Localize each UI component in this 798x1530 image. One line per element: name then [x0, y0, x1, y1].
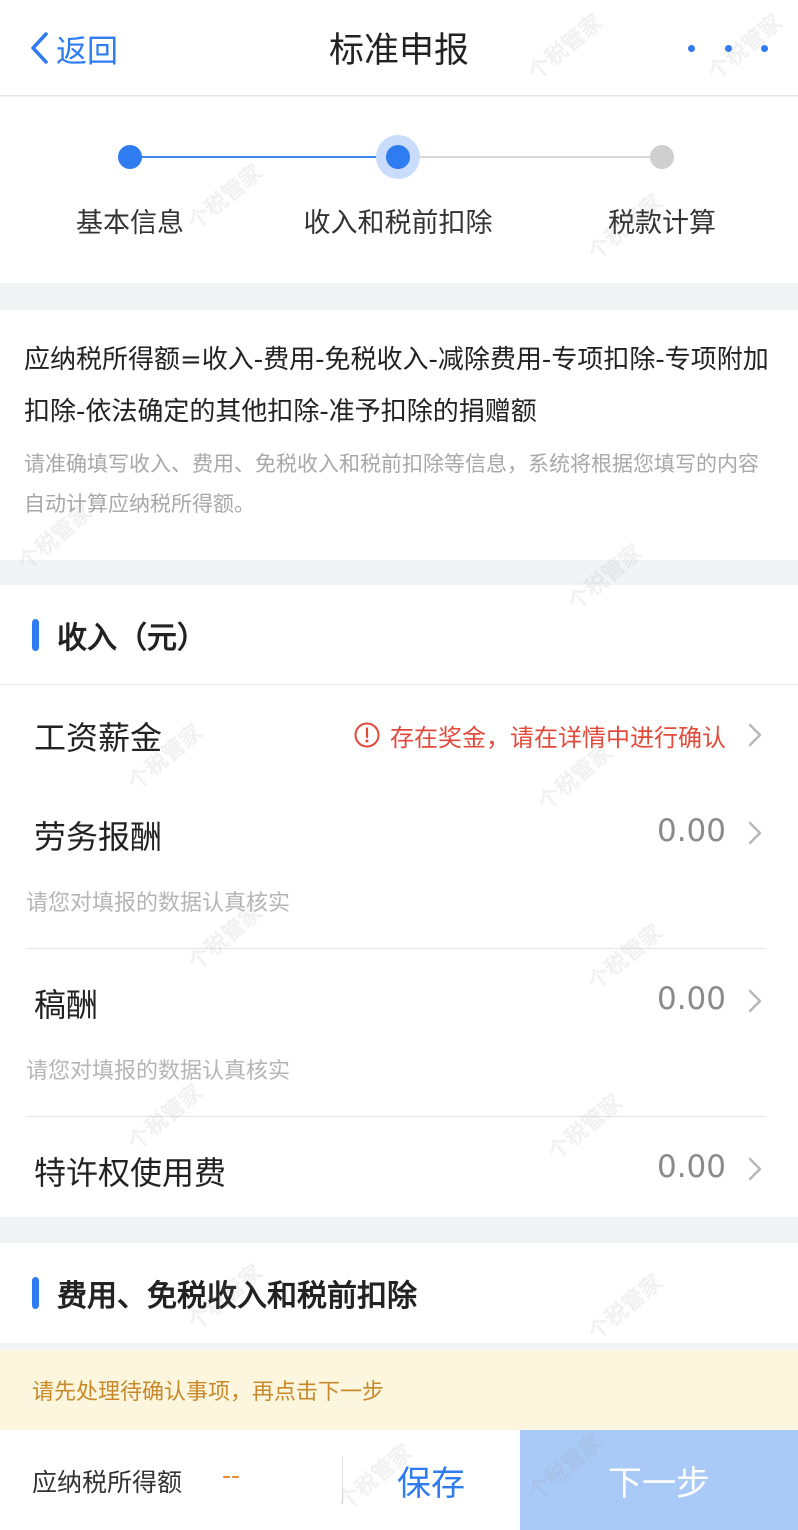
step-label-tax-calculation: 税款计算	[608, 208, 716, 239]
row-divider	[26, 948, 766, 949]
save-button[interactable]: 保存	[342, 1430, 520, 1530]
step-label-basic-info: 基本信息	[76, 208, 184, 239]
income-row-hint: 请您对填报的数据认真核实	[26, 891, 291, 916]
more-menu-button[interactable]	[688, 36, 768, 60]
income-section: 收入（元） 工资薪金 存在奖金，请在详情中进行确认 劳务报酬 0.00 请您对填…	[0, 585, 798, 1217]
salary-warning-text: 存在奖金，请在详情中进行确认	[390, 723, 726, 752]
more-dot-icon	[724, 44, 732, 52]
nav-bar: 返回 标准申报	[0, 0, 798, 96]
step-connector-todo	[398, 156, 662, 158]
step-connector-done	[130, 156, 398, 158]
step-2-dot-current	[376, 135, 420, 179]
chevron-right-icon	[748, 1157, 762, 1181]
more-dot-icon	[688, 44, 695, 52]
income-row-value: 0.00	[656, 813, 726, 849]
income-row-labor-remuneration[interactable]: 劳务报酬 0.00 请您对填报的数据认真核实	[0, 807, 798, 925]
bottom-action-bar: 应纳税所得额 -- 保存 下一步	[0, 1430, 798, 1530]
more-dot-icon	[761, 44, 768, 52]
chevron-right-icon	[748, 821, 762, 845]
income-row-value: 0.00	[656, 981, 726, 1017]
section-accent-bar	[32, 618, 39, 651]
income-section-title: 收入（元）	[57, 620, 207, 656]
salary-warning: 存在奖金，请在详情中进行确认	[354, 711, 726, 759]
pending-confirmation-notice: 请先处理待确认事项，再点击下一步	[0, 1350, 798, 1430]
deductions-section-header: 费用、免税收入和税前扣除	[0, 1243, 798, 1343]
deductions-section-title: 费用、免税收入和税前扣除	[57, 1279, 417, 1314]
taxable-income-label: 应纳税所得额	[32, 1468, 183, 1497]
income-row-label: 劳务报酬	[34, 818, 163, 856]
income-section-header: 收入（元）	[0, 585, 798, 685]
income-row-salary[interactable]: 工资薪金 存在奖金，请在详情中进行确认	[0, 711, 798, 759]
income-row-label: 工资薪金	[34, 719, 163, 757]
step-1-dot	[118, 145, 142, 169]
income-row-author-remuneration[interactable]: 稿酬 0.00 请您对填报的数据认真核实	[0, 975, 798, 1093]
income-row-hint: 请您对填报的数据认真核实	[26, 1059, 291, 1084]
chevron-left-icon	[31, 32, 48, 64]
income-row-label: 特许权使用费	[34, 1154, 227, 1192]
back-label: 返回	[56, 33, 118, 70]
income-row-label: 稿酬	[34, 986, 99, 1024]
alert-circle-icon	[354, 722, 380, 748]
chevron-right-icon	[748, 989, 762, 1013]
deductions-header: 费用、免税收入和税前扣除	[32, 1271, 417, 1315]
formula-card: 应纳税所得额=收入-费用-免税收入-减除费用-专项扣除-专项附加扣除-依法确定的…	[0, 310, 798, 560]
section-accent-bar	[32, 1277, 39, 1309]
income-row-royalty[interactable]: 特许权使用费 0.00	[0, 1143, 798, 1195]
back-button[interactable]: 返回	[28, 24, 118, 72]
formula-hint: 请准确填写收入、费用、免税收入和税前扣除等信息，系统将根据您填写的内容自动计算应…	[24, 452, 759, 516]
chevron-right-icon	[748, 723, 762, 747]
taxable-income-value: --	[222, 1461, 241, 1490]
row-divider	[26, 1116, 766, 1117]
page-title: 标准申报	[328, 31, 469, 71]
taxable-income-formula: 应纳税所得额=收入-费用-免税收入-减除费用-专项扣除-专项附加扣除-依法确定的…	[24, 345, 769, 427]
step-label-income-deduction: 收入和税前扣除	[303, 208, 493, 239]
next-step-button[interactable]: 下一步	[520, 1430, 798, 1530]
progress-stepper: 基本信息 收入和税前扣除 税款计算	[0, 97, 798, 283]
step-3-dot	[650, 145, 674, 169]
income-row-value: 0.00	[656, 1149, 726, 1185]
